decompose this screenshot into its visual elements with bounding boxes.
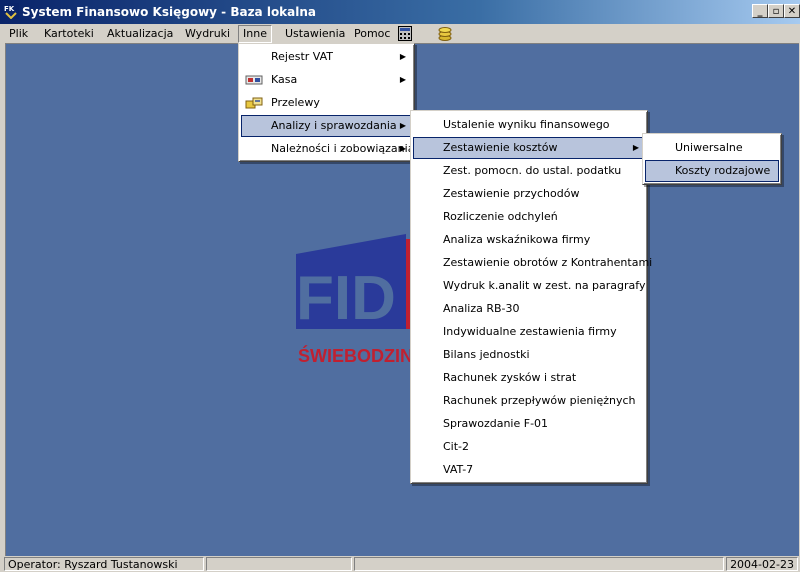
menu-item-rozliczenie-odchylen[interactable]: Rozliczenie odchyleń: [413, 206, 645, 228]
menu-item-przelewy[interactable]: Przelewy: [241, 92, 412, 114]
menu-item-label: Rozliczenie odchyleń: [443, 210, 558, 223]
menu-item-label: Sprawozdanie F-01: [443, 417, 549, 430]
submenu-arrow-icon: ▶: [399, 121, 406, 130]
menu-item-label: Uniwersalne: [675, 141, 743, 154]
menu-item-rachunek-przeplywow[interactable]: Rachunek przepływów pieniężnych: [413, 390, 645, 412]
menu-item-zestawienie-kosztow[interactable]: Zestawienie kosztów ▶: [413, 137, 645, 159]
menu-item-vat7[interactable]: VAT-7: [413, 459, 645, 481]
transfer-icon: [245, 97, 263, 109]
submenu-arrow-icon: ▶: [632, 143, 639, 152]
svg-text:FK: FK: [4, 5, 15, 13]
submenu-arrow-icon: ▶: [399, 52, 406, 61]
status-bar: Operator: Ryszard Tustanowski 2004-02-23: [0, 556, 800, 572]
menu-item-ustalenie-wyniku[interactable]: Ustalenie wyniku finansowego: [413, 114, 645, 136]
menu-pomoc[interactable]: Pomoc: [350, 26, 394, 42]
svg-text:FID: FID: [296, 264, 396, 333]
menu-item-rejestr-vat[interactable]: Rejestr VAT ▶: [241, 46, 412, 68]
menu-bar: Plik Kartoteki Aktualizacja Wydruki Inne…: [0, 24, 800, 43]
menu-item-label: Zest. pomocn. do ustal. podatku: [443, 164, 622, 177]
menu-item-label: Cit-2: [443, 440, 470, 453]
svg-text:ŚWIEBODZIN: ŚWIEBODZIN: [298, 345, 413, 366]
menu-item-zest-pomocn[interactable]: Zest. pomocn. do ustal. podatku: [413, 160, 645, 182]
menu-item-label: Bilans jednostki: [443, 348, 530, 361]
menu-wydruki[interactable]: Wydruki: [181, 26, 234, 42]
app-icon[interactable]: FK: [3, 3, 19, 19]
menu-item-label: Zestawienie obrotów z Kontrahentami: [443, 256, 653, 269]
company-logo: FID ŚWIEBODZIN: [296, 234, 426, 366]
menu-item-analiza-wskaznikowa[interactable]: Analiza wskaźnikowa firmy: [413, 229, 645, 251]
menu-item-koszty-rodzajowe[interactable]: Koszty rodzajowe: [645, 160, 779, 182]
menu-item-sprawozdanie-f01[interactable]: Sprawozdanie F-01: [413, 413, 645, 435]
menu-item-label: Kasa: [271, 73, 298, 86]
menu-koszty-dropdown: Uniwersalne Koszty rodzajowe: [642, 133, 782, 185]
menu-item-label: Należności i zobowiązania: [271, 142, 415, 155]
menu-item-wydruk-k-analit[interactable]: Wydruk k.analit w zest. na paragrafy: [413, 275, 645, 297]
menu-aktualizacja[interactable]: Aktualizacja: [103, 26, 177, 42]
status-operator: Operator: Ryszard Tustanowski: [4, 557, 204, 571]
menu-item-uniwersalne[interactable]: Uniwersalne: [645, 137, 779, 159]
menu-item-label: Analiza RB-30: [443, 302, 520, 315]
submenu-arrow-icon: ▶: [399, 144, 406, 153]
menu-item-label: Zestawienie przychodów: [443, 187, 580, 200]
menu-item-zestawienie-obrotow[interactable]: Zestawienie obrotów z Kontrahentami: [413, 252, 652, 274]
menu-item-label: Rachunek zysków i strat: [443, 371, 577, 384]
menu-inne-dropdown: Rejestr VAT ▶ Kasa ▶ Przelewy Analizy i …: [238, 43, 415, 162]
menu-item-rachunek-zyskow[interactable]: Rachunek zysków i strat: [413, 367, 645, 389]
close-button[interactable]: ✕: [784, 4, 800, 18]
menu-item-label: Zestawienie kosztów: [443, 141, 558, 154]
restore-button[interactable]: ▫: [768, 4, 784, 18]
menu-item-label: Koszty rodzajowe: [675, 164, 771, 177]
menu-item-label: Analiza wskaźnikowa firmy: [443, 233, 591, 246]
menu-item-analizy-i-sprawozdania[interactable]: Analizy i sprawozdania ▶: [241, 115, 412, 137]
menu-item-label: Wydruk k.analit w zest. na paragrafy: [443, 279, 646, 292]
menu-ustawienia[interactable]: Ustawienia: [281, 26, 349, 42]
menu-item-label: VAT-7: [443, 463, 474, 476]
menu-item-zestawienie-przychodow[interactable]: Zestawienie przychodów: [413, 183, 645, 205]
menu-item-cit2[interactable]: Cit-2: [413, 436, 645, 458]
coins-icon[interactable]: [437, 26, 453, 41]
cash-icon: [245, 75, 263, 85]
menu-item-analiza-rb30[interactable]: Analiza RB-30: [413, 298, 645, 320]
menu-item-label: Przelewy: [271, 96, 320, 109]
menu-item-label: Rejestr VAT: [271, 50, 334, 63]
menu-item-label: Indywidualne zestawienia firmy: [443, 325, 617, 338]
menu-analizy-dropdown: Ustalenie wyniku finansowego Zestawienie…: [410, 110, 652, 484]
menu-kartoteki[interactable]: Kartoteki: [40, 26, 98, 42]
menu-item-naleznosci-i-zobowiazania[interactable]: Należności i zobowiązania ▶: [241, 138, 415, 160]
menu-inne[interactable]: Inne: [238, 25, 272, 43]
menu-item-bilans-jednostki[interactable]: Bilans jednostki: [413, 344, 645, 366]
menu-item-label: Analizy i sprawozdania: [271, 119, 397, 132]
title-bar: FK System Finansowo Księgowy - Baza loka…: [0, 0, 800, 24]
menu-item-label: Rachunek przepływów pieniężnych: [443, 394, 636, 407]
menu-item-label: Ustalenie wyniku finansowego: [443, 118, 610, 131]
minimize-button[interactable]: _: [752, 4, 768, 18]
status-panel-3: [354, 557, 724, 571]
menu-item-indywidualne-zestawienia[interactable]: Indywidualne zestawienia firmy: [413, 321, 645, 343]
calculator-icon[interactable]: [398, 26, 412, 41]
menu-item-kasa[interactable]: Kasa ▶: [241, 69, 412, 91]
submenu-arrow-icon: ▶: [399, 75, 406, 84]
status-panel-2: [206, 557, 352, 571]
window-title: System Finansowo Księgowy - Baza lokalna: [22, 5, 317, 19]
menu-plik[interactable]: Plik: [5, 26, 32, 42]
status-date: 2004-02-23: [726, 557, 798, 571]
